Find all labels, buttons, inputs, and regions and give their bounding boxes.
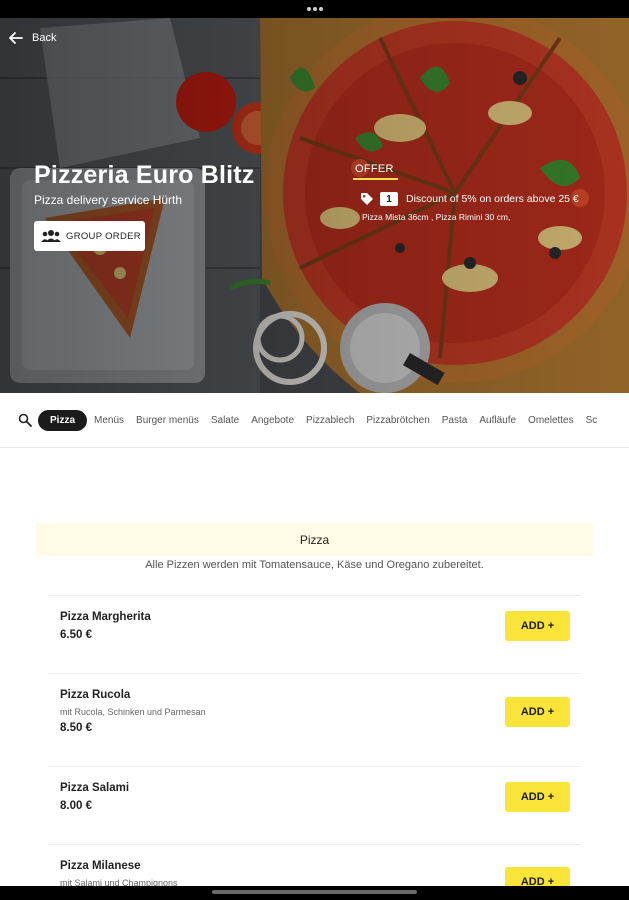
restaurant-title: Pizzeria Euro Blitz [34, 161, 255, 189]
offer-items: Pizza Mista 36cm , Pizza Rimini 30 cm, [362, 212, 511, 222]
home-indicator[interactable] [212, 890, 417, 894]
category-tab-pizzablech[interactable]: Pizzablech [306, 415, 354, 426]
back-button[interactable]: Back [8, 30, 56, 46]
item-description: mit Rucola, Schinken und Parmesan [60, 707, 206, 717]
section-description: Alle Pizzen werden mit Tomatensauce, Käs… [145, 559, 484, 571]
item-name: Pizza Salami [60, 782, 130, 794]
status-dots [307, 7, 323, 11]
category-tab-salate[interactable]: Salate [211, 415, 239, 426]
offer-tab[interactable]: OFFER [355, 163, 394, 175]
category-tab-menus[interactable]: Menüs [94, 415, 124, 426]
menu-item[interactable]: Pizza Milanese mit Salami und Champignon… [48, 844, 581, 886]
item-price: 8.00 € [60, 800, 92, 812]
system-nav-bar [0, 886, 629, 900]
search-icon[interactable] [18, 413, 32, 427]
category-tab-pizza[interactable]: Pizza [38, 409, 88, 431]
add-button[interactable]: ADD + [505, 782, 570, 812]
item-name: Pizza Rucola [60, 689, 131, 701]
category-nav: Pizza Menüs Burger menüs Salate Angebote… [0, 393, 629, 448]
item-description: mit Salami und Champignons [60, 878, 178, 886]
category-tab-sc[interactable]: Sc [586, 415, 598, 426]
group-icon [41, 230, 61, 242]
offer-row: 1 Discount of 5% on orders above 25 € [360, 192, 579, 206]
status-bar [0, 0, 629, 18]
menu-item[interactable]: Pizza Margherita 6.50 € ADD + [48, 595, 581, 673]
category-tab-pasta[interactable]: Pasta [442, 415, 468, 426]
category-tab-pizzabroetchen[interactable]: Pizzabrötchen [366, 415, 429, 426]
offer-text: Discount of 5% on orders above 25 € [406, 193, 579, 205]
add-button[interactable]: ADD + [505, 611, 570, 641]
group-order-button[interactable]: GROUP ORDER [34, 221, 145, 251]
category-tab-angebote[interactable]: Angebote [251, 415, 294, 426]
section-title: Pizza [36, 523, 593, 556]
hero-banner: Back Pizzeria Euro Blitz Pizza delivery … [0, 18, 629, 393]
category-tab-omelettes[interactable]: Omelettes [528, 415, 574, 426]
arrow-left-icon [9, 32, 23, 44]
group-order-label: GROUP ORDER [66, 230, 141, 242]
offer-tab-indicator [353, 178, 398, 180]
tag-icon [361, 193, 373, 205]
category-tab-auflaeufe[interactable]: Aufläufe [479, 415, 516, 426]
item-price: 8.50 € [60, 722, 92, 734]
offer-count-badge: 1 [380, 192, 398, 206]
restaurant-subtitle: Pizza delivery service Hürth [34, 193, 183, 207]
item-price: 6.50 € [60, 629, 92, 641]
app-screen: Back Pizzeria Euro Blitz Pizza delivery … [0, 18, 629, 886]
menu-item[interactable]: Pizza Rucola mit Rucola, Schinken und Pa… [48, 673, 581, 766]
item-name: Pizza Margherita [60, 611, 151, 623]
add-button[interactable]: ADD + [505, 697, 570, 727]
category-tab-burger-menus[interactable]: Burger menüs [136, 415, 199, 426]
item-name: Pizza Milanese [60, 860, 141, 872]
add-button[interactable]: ADD + [505, 867, 570, 886]
menu-item[interactable]: Pizza Salami 8.00 € ADD + [48, 766, 581, 844]
back-label: Back [32, 32, 57, 44]
